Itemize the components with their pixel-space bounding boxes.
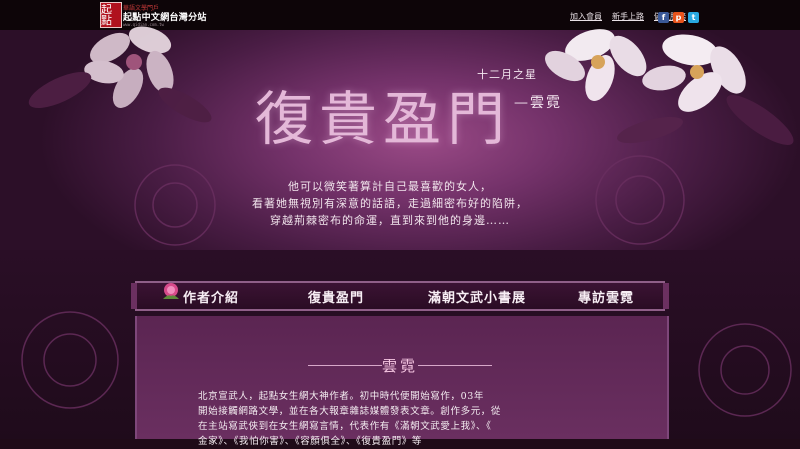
rose-icon — [163, 283, 179, 299]
bio-line: 北京宣武人，起點女生網大神作者。初中時代便開始寫作，03年 — [198, 391, 484, 402]
hero-subtitle: 十二月之星 — [477, 68, 537, 81]
author-signature: —雲霓 — [514, 95, 562, 111]
tagline-line: 他可以微笑著算計自己最喜歡的女人， — [288, 180, 492, 193]
tab-book-title[interactable]: 復貴盈門 — [308, 287, 364, 306]
hero-tagline: 他可以微笑著算計自己最喜歡的女人， 看著她無視別有深意的話語，走過細密布好的陷阱… — [210, 178, 570, 229]
bio-line: 金家》、《我怕你害》、《容顏俱全》、《復貴盈門》等 — [198, 436, 423, 447]
author-bio: 北京宣武人，起點女生網大神作者。初中時代便開始寫作，03年 開始接觸網路文學，並… — [198, 389, 602, 449]
bio-line: 開始接觸網路文學，並在各大報章雜誌媒體發表文章。創作多元，從 — [198, 406, 502, 417]
bio-line: 在主站寫武俠到在女生網寫言情，代表作有《滿朝文武愛上我》、《 — [198, 421, 492, 432]
tab-book-exhibit[interactable]: 滿朝文武小書展 — [428, 287, 526, 306]
right-flower-icon — [545, 29, 794, 145]
tab-author-intro[interactable]: 作者介紹 — [183, 287, 239, 306]
tagline-line: 看著她無視別有深意的話語，走過細密布好的陷阱， — [252, 197, 528, 210]
author-name-heading: 雲霓 — [381, 357, 418, 375]
tab-author-interview[interactable]: 專訪雲霓 — [578, 287, 634, 306]
tagline-line: 穿越荊棘密布的命運，直到來到他的身邊…… — [270, 214, 510, 227]
nav-bar-right-cap — [663, 283, 669, 309]
book-title: 復貴盈門 — [255, 85, 512, 153]
left-flower-icon — [28, 26, 212, 123]
nav-bar-left-cap — [131, 283, 137, 309]
